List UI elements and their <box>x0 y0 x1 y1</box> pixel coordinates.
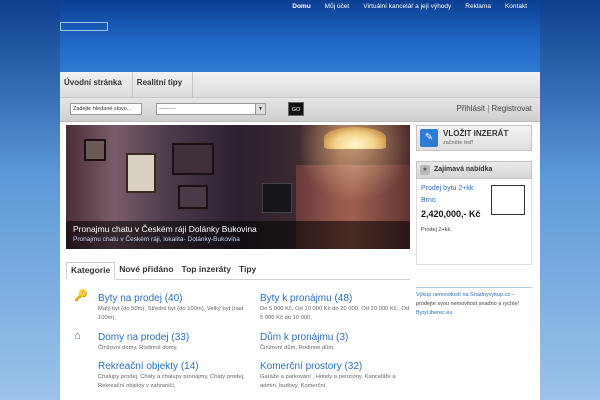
photo-picture-frame <box>178 185 208 209</box>
photo-picture-frame <box>84 139 106 161</box>
add-ad-subtitle: začněte teď! <box>443 140 474 146</box>
categories-grid: 🔑 Byty na prodej (40) Malý byt (do 50m),… <box>66 282 410 400</box>
login-separator: | <box>487 104 490 113</box>
register-link[interactable]: Registrovat <box>492 104 532 113</box>
chevron-down-icon[interactable]: ▼ <box>255 104 265 114</box>
add-ad-button[interactable]: ✎ VLOŽIT INZERÁT začněte teď! <box>416 125 532 151</box>
category-title[interactable]: Byty na prodej (40) <box>98 292 248 305</box>
featured-offer-header: ★ Zajímavá nabídka <box>416 161 532 179</box>
right-background-band <box>540 0 600 400</box>
category-rekreacni-objekty: Rekreační objekty (14) Chalupy prodej, C… <box>98 360 248 391</box>
featured-subtitle: Pronajmu chatu v Českém ráji, lokalita- … <box>73 236 240 243</box>
house-icon: ⌂ <box>74 330 81 342</box>
offer-description: Prodej 2+kk. <box>421 227 452 233</box>
go-button[interactable]: GO <box>288 102 304 116</box>
header: Domu Můj účet Virtuální kancelář a její … <box>60 0 540 72</box>
featured-title[interactable]: Pronajmu chatu v Českém ráji Dolánky Buk… <box>73 224 403 235</box>
featured-offer: Prodej bytu 2+kk Brno 2,420,000,- Kč Pro… <box>416 179 532 265</box>
login-link[interactable]: Přihlásit <box>457 104 485 113</box>
category-subcategories[interactable]: Činžovní dům, Rodinné dům, <box>260 344 410 353</box>
category-subcategories[interactable]: Chalupy prodej, Chaty a chalupy pronájmy… <box>98 373 248 391</box>
content-area: Pronajmu chatu v Českém ráji Dolánky Buk… <box>60 122 540 400</box>
tab-kategorie[interactable]: Kategorie <box>66 262 116 280</box>
key-icon: 🔑 <box>74 290 88 302</box>
category-domy-prodej: Domy na prodej (33) Činžovní domy, Rodin… <box>98 331 248 353</box>
topnav-virtualni-kancelar[interactable]: Virtuální kancelář a její výhody <box>356 2 458 12</box>
tab-tipy[interactable]: Tipy <box>235 262 260 280</box>
page: Domu Můj účet Virtuální kancelář a její … <box>60 0 540 400</box>
category-byty-prodej: Byty na prodej (40) Malý byt (do 50m), S… <box>98 292 248 323</box>
category-select[interactable]: --------- ▼ <box>156 103 266 115</box>
topnav-domu[interactable]: Domu <box>285 2 317 12</box>
featured-listing[interactable]: Pronajmu chatu v Českém ráji Dolánky Buk… <box>66 125 410 249</box>
search-bar: --------- ▼ GO Přihlásit | Registrovat <box>60 98 540 122</box>
sidebar-ad: Výkup nemovitostí na Snadnyvykup.cz – pr… <box>416 287 532 318</box>
ad-link-snadnyvykup[interactable]: Výkup nemovitostí na Snadnyvykup.cz – <box>416 291 532 300</box>
offer-thumbnail[interactable] <box>491 185 525 215</box>
ad-link-bytyliberec[interactable]: BytyLiberec.eu <box>416 309 532 318</box>
logo-placeholder <box>60 22 108 31</box>
star-icon: ★ <box>420 165 430 175</box>
category-select-value: --------- <box>159 106 176 112</box>
category-subcategories[interactable]: Činžovní domy, Rodinné domy, <box>98 344 248 353</box>
left-background-band <box>0 0 60 400</box>
category-title[interactable]: Komerční prostory (32) <box>260 360 410 373</box>
category-title[interactable]: Dům k pronájmu (3) <box>260 331 410 344</box>
main-navigation: Úvodní stránka Realitní tipy <box>60 72 540 98</box>
photo-tv <box>262 183 292 213</box>
topnav-muj-ucet[interactable]: Můj účet <box>318 2 357 12</box>
tab-uvodni-stranka[interactable]: Úvodní stránka <box>60 72 133 98</box>
category-subcategories[interactable]: Malý byt (do 50m), Střední byt (do 100m)… <box>98 305 248 323</box>
category-subcategories[interactable]: Garáže a parkování , Hotely a penziony, … <box>260 373 410 391</box>
topnav-reklama[interactable]: Reklama <box>458 2 498 12</box>
category-title[interactable]: Rekreační objekty (14) <box>98 360 248 373</box>
category-dum-pronajem: Dům k pronájmu (3) Činžovní dům, Rodinné… <box>260 331 410 353</box>
photo-picture-frame <box>126 153 156 193</box>
add-ad-icon: ✎ <box>420 129 438 147</box>
tab-realitni-tipy[interactable]: Realitní tipy <box>133 72 194 98</box>
offer-price: 2,420,000,- Kč <box>421 209 481 219</box>
category-title[interactable]: Byty k pronájmu (48) <box>260 292 410 305</box>
photo-picture-frame <box>172 143 214 175</box>
category-title[interactable]: Domy na prodej (33) <box>98 331 248 344</box>
top-navigation: Domu Můj účet Virtuální kancelář a její … <box>285 2 534 12</box>
ad-text: prodejte svou nemovitost snadno a rychle… <box>416 301 520 307</box>
topnav-kontakt[interactable]: Kontakt <box>498 2 534 12</box>
featured-caption: Pronajmu chatu v Českém ráji Dolánky Buk… <box>66 221 410 249</box>
photo-lamp <box>324 127 386 149</box>
category-byty-pronajem: Byty k pronájmu (48) Do 5 000 Kč, Od 10 … <box>260 292 410 323</box>
add-ad-title: VLOŽIT INZERÁT <box>443 129 509 138</box>
category-tabs: Kategorie Nové přidáno Top inzeráty Tipy <box>66 262 410 280</box>
sidebar: ✎ VLOŽIT INZERÁT začněte teď! ★ Zajímavá… <box>416 125 536 400</box>
featured-offer-heading: Zajímavá nabídka <box>434 166 493 173</box>
login-links: Přihlásit | Registrovat <box>457 104 532 113</box>
tab-nove-pridano[interactable]: Nové přidáno <box>115 262 177 280</box>
search-input[interactable] <box>70 103 142 115</box>
offer-title[interactable]: Prodej bytu 2+kk Brno <box>421 183 489 207</box>
category-komercni-prostory: Komerční prostory (32) Garáže a parkován… <box>260 360 410 391</box>
tab-top-inzeraty[interactable]: Top inzeráty <box>178 262 235 280</box>
category-subcategories[interactable]: Do 5 000 Kč, Od 10 000 Kč do 20 000, Od … <box>260 305 410 323</box>
